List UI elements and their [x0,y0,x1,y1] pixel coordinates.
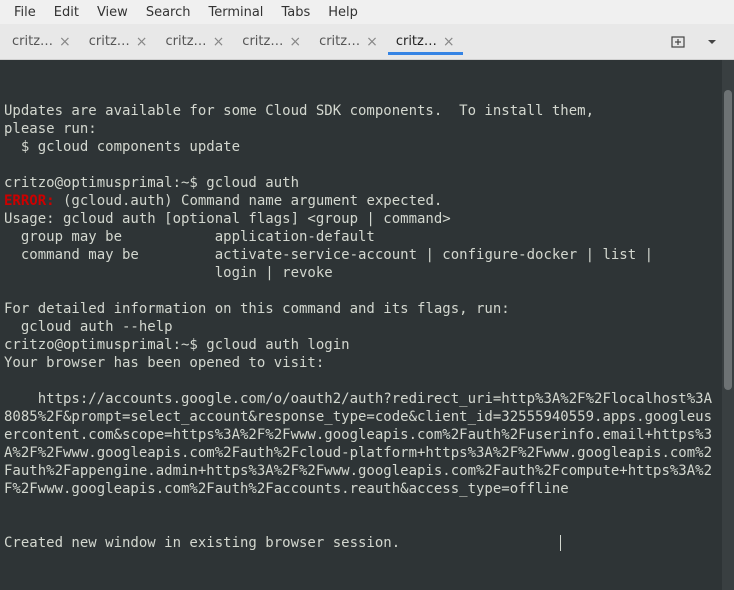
terminal-line: critzo@optimusprimal:~$ gcloud auth logi… [4,336,718,354]
terminal-line: Your browser has been opened to visit: [4,354,718,372]
terminal-line [4,516,718,534]
scrollbar-thumb[interactable] [724,90,732,390]
tab-5[interactable]: critz… × [388,28,463,55]
tab-label: critz… [166,34,207,49]
terminal-output[interactable]: Updates are available for some Cloud SDK… [0,60,722,590]
terminal-line: critzo@optimusprimal:~$ gcloud auth [4,174,718,192]
new-tab-icon[interactable] [666,30,690,54]
tab-2[interactable]: critz… × [158,28,233,55]
menu-terminal[interactable]: Terminal [200,3,271,22]
close-icon[interactable]: × [213,35,225,49]
terminal-line: ERROR: (gcloud.auth) Command name argume… [4,192,718,210]
close-icon[interactable]: × [289,35,301,49]
terminal-line: Usage: gcloud auth [optional flags] <gro… [4,210,718,228]
tab-label: critz… [242,34,283,49]
tab-label: critz… [89,34,130,49]
terminal-line [4,372,718,390]
terminal-line: command may be activate-service-account … [4,246,718,264]
terminal-line: gcloud auth --help [4,318,718,336]
terminal-line [4,66,718,84]
tab-0[interactable]: critz… × [4,28,79,55]
tabbar-actions [666,30,734,54]
terminal-line: login | revoke [4,264,718,282]
close-icon[interactable]: × [136,35,148,49]
tab-label: critz… [12,34,53,49]
terminal-pane: Updates are available for some Cloud SDK… [0,60,734,590]
terminal-line: $ gcloud components update [4,138,718,156]
scrollbar[interactable] [722,60,734,590]
close-icon[interactable]: × [443,35,455,49]
tab-label: critz… [319,34,360,49]
terminal-line [4,282,718,300]
menu-search[interactable]: Search [138,3,199,22]
tab-1[interactable]: critz… × [81,28,156,55]
menubar: FileEditViewSearchTerminalTabsHelp [0,0,734,24]
text-cursor-icon [560,535,561,551]
close-icon[interactable]: × [366,35,378,49]
terminal-line: For detailed information on this command… [4,300,718,318]
tab-3[interactable]: critz… × [234,28,309,55]
terminal-line: please run: [4,120,718,138]
dropdown-arrow-icon[interactable] [700,30,724,54]
menu-view[interactable]: View [89,3,136,22]
tab-bar: critz…×critz…×critz…×critz…×critz…×critz… [0,24,734,60]
terminal-line: Updates are available for some Cloud SDK… [4,102,718,120]
tab-label: critz… [396,34,437,49]
terminal-line: Created new window in existing browser s… [4,534,718,552]
tab-4[interactable]: critz… × [311,28,386,55]
menu-file[interactable]: File [6,3,44,22]
menu-edit[interactable]: Edit [46,3,87,22]
terminal-line [4,84,718,102]
terminal-line: group may be application-default [4,228,718,246]
menu-help[interactable]: Help [320,3,366,22]
close-icon[interactable]: × [59,35,71,49]
terminal-line [4,156,718,174]
menu-tabs[interactable]: Tabs [273,3,318,22]
terminal-line [4,498,718,516]
terminal-line: https://accounts.google.com/o/oauth2/aut… [4,390,718,498]
